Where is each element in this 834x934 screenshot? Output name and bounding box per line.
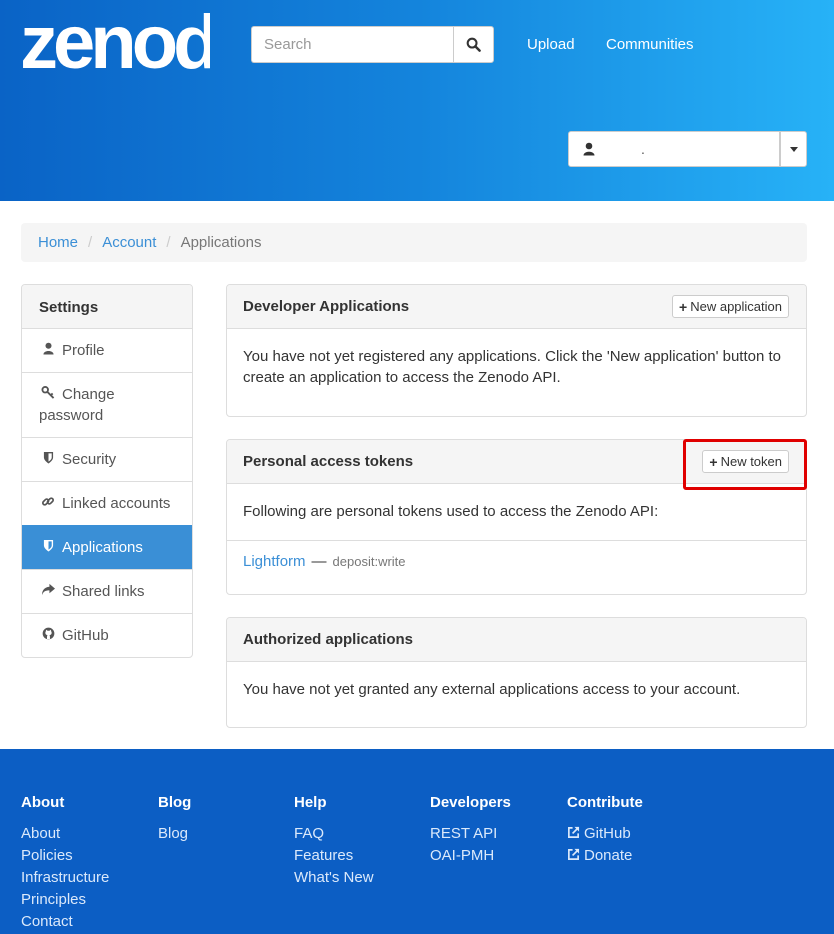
footer-heading: Blog [158,794,192,811]
footer-column-about: About About Policies Infrastructure Prin… [21,794,109,933]
site-footer: About About Policies Infrastructure Prin… [0,749,834,934]
footer-heading: About [21,794,65,811]
search-button[interactable] [453,26,494,63]
sidebar-item-profile[interactable]: Profile [22,329,192,372]
footer-link-infrastructure[interactable]: Infrastructure [21,867,109,889]
footer-link-faq[interactable]: FAQ [294,823,374,845]
footer-link-contact[interactable]: Contact [21,911,109,933]
panel-heading: Authorized applications [227,618,806,662]
highlight-box [683,439,807,490]
authorized-applications-panel: Authorized applications You have not yet… [226,617,807,728]
sidebar-item-label: Security [62,451,117,468]
breadcrumb-current: Applications [180,234,262,251]
footer-link-blog[interactable]: Blog [158,823,191,845]
panel-title: Personal access tokens [243,453,414,470]
sidebar-item-label: Shared links [62,583,145,600]
breadcrumb-separator: / [88,234,93,251]
chevron-down-icon [789,146,798,152]
footer-heading: Developers [430,794,511,811]
breadcrumb: Home / Account / Applications [21,223,807,262]
sidebar-item-shared-links[interactable]: Shared links [22,569,192,613]
footer-link-about[interactable]: About [21,823,109,845]
shield-icon [39,449,57,470]
token-separator: — [311,553,327,570]
sidebar-item-github[interactable]: GitHub [22,613,192,657]
footer-link-label: GitHub [584,825,631,842]
sidebar-item-security[interactable]: Security [22,437,192,481]
github-icon [39,625,57,646]
search-icon [466,37,481,52]
link-icon [39,493,57,514]
user-menu-toggle[interactable] [780,131,807,167]
token-scope: deposit:write [332,554,406,569]
footer-heading: Help [294,794,327,811]
sidebar-item-applications[interactable]: Applications [22,525,192,569]
sidebar-title: Settings [22,285,192,329]
footer-link-policies[interactable]: Policies [21,845,109,867]
token-name-link[interactable]: Lightform [243,553,306,570]
site-header: zenodo Upload Communities . [0,0,834,201]
search-input[interactable] [251,26,453,63]
zenodo-logo[interactable]: zenodo [20,8,210,74]
user-name: . [641,141,645,157]
user-menu-button[interactable]: . [568,131,780,167]
footer-column-developers: Developers REST API OAI-PMH [430,794,511,867]
sidebar-item-label: Applications [62,539,143,556]
external-link-icon [568,826,580,838]
breadcrumb-separator: / [166,234,171,251]
footer-link-label: Donate [584,847,633,864]
sidebar-item-linked-accounts[interactable]: Linked accounts [22,481,192,525]
user-icon [39,340,57,361]
footer-link-features[interactable]: Features [294,845,374,867]
footer-column-contribute: Contribute GitHub Donate [567,794,643,867]
shield-icon [39,537,57,558]
plus-icon: + [679,298,688,315]
panel-text: You have not yet granted any external ap… [243,681,741,698]
svg-text:zenodo: zenodo [20,8,210,74]
new-application-button[interactable]: + New application [672,295,789,318]
sidebar-item-label: GitHub [62,627,109,644]
footer-column-blog: Blog Blog [158,794,191,845]
share-icon [39,581,57,602]
footer-link-rest-api[interactable]: REST API [430,823,511,845]
sidebar-item-change-password[interactable]: Change password [22,372,192,437]
footer-heading: Contribute [567,794,643,811]
footer-link-donate[interactable]: Donate [567,845,643,867]
breadcrumb-home[interactable]: Home [38,234,78,251]
developer-applications-panel: Developer Applications + New application … [226,284,807,417]
settings-sidebar: Settings Profile Change password Securit… [21,284,193,658]
panel-title: Developer Applications [243,298,410,315]
panel-text: Following are personal tokens used to ac… [243,503,659,520]
breadcrumb-account[interactable]: Account [102,234,156,251]
panel-text: You have not yet registered any applicat… [243,348,782,386]
key-icon [39,384,57,405]
footer-link-oai-pmh[interactable]: OAI-PMH [430,845,511,867]
nav-upload[interactable]: Upload [527,36,575,53]
sidebar-item-label: Profile [62,342,105,359]
external-link-icon [568,848,580,860]
sidebar-item-label: Linked accounts [62,495,171,512]
token-row: Lightform — deposit:write [227,540,806,582]
footer-link-whats-new[interactable]: What's New [294,867,374,889]
panel-title: Authorized applications [243,631,414,648]
user-icon [583,142,595,156]
footer-column-help: Help FAQ Features What's New [294,794,374,889]
panel-heading: Developer Applications + New application [227,285,806,329]
nav-communities[interactable]: Communities [606,36,694,53]
footer-link-principles[interactable]: Principles [21,889,109,911]
search-form [251,26,494,63]
footer-link-github[interactable]: GitHub [567,823,643,845]
button-label: New application [690,299,782,314]
user-menu: . [568,131,807,167]
